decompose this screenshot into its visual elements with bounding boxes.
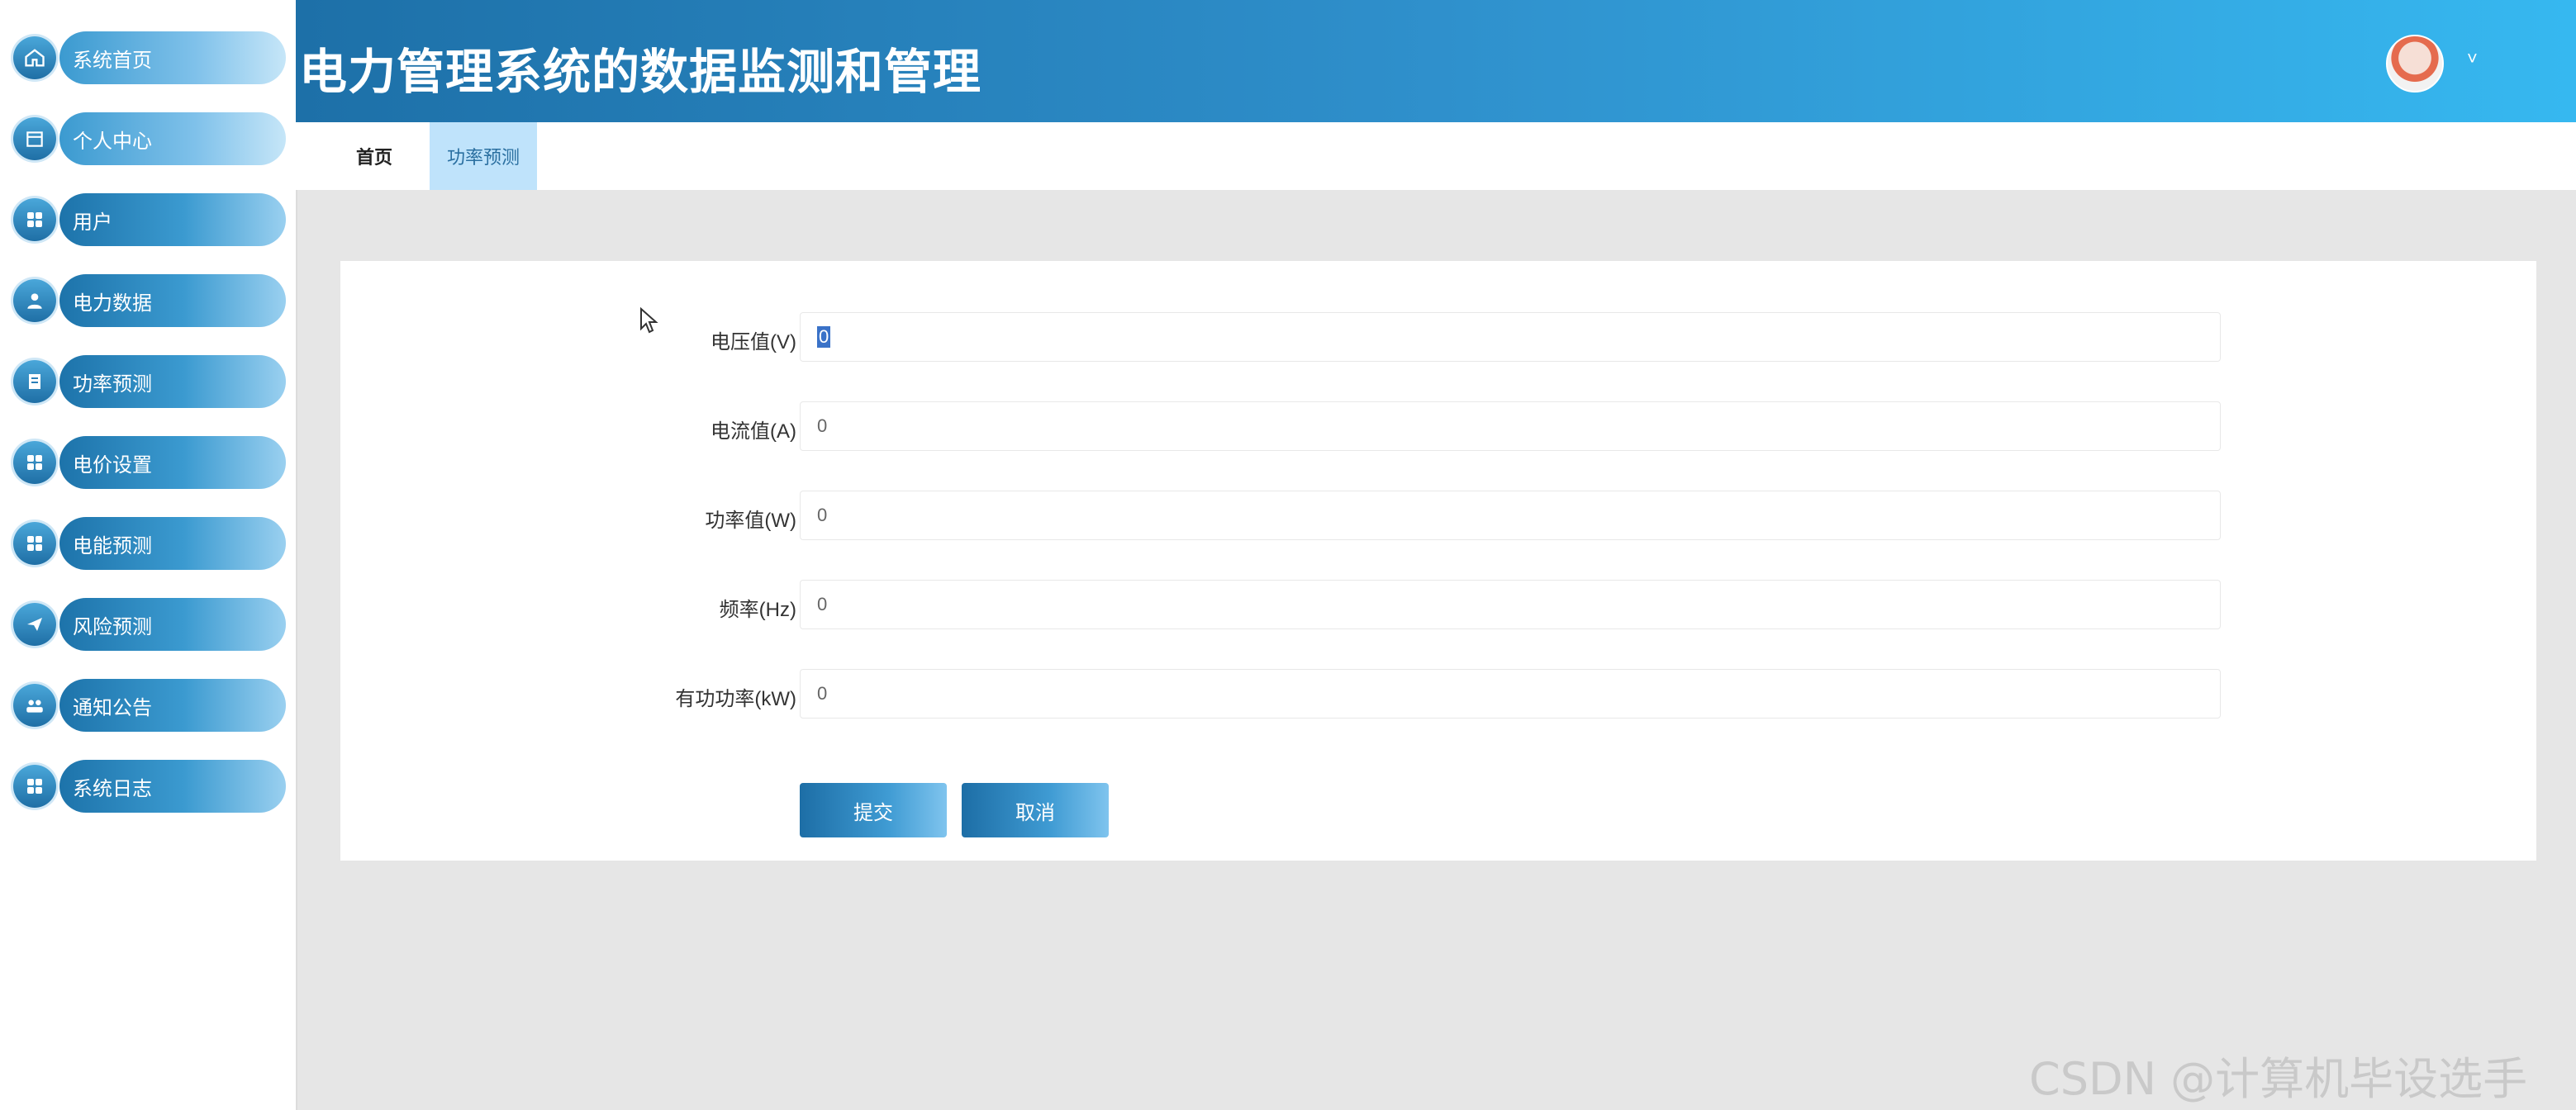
sidebar-item-label: 用户	[59, 193, 286, 246]
top-header: 电力管理系统的数据监测和管理 ˅	[296, 0, 2576, 122]
sidebar-item-home[interactable]: 系统首页	[13, 31, 286, 84]
user-icon	[13, 279, 56, 322]
current-value: 0	[817, 415, 828, 436]
grid-icon	[13, 765, 56, 808]
sidebar-item-label: 风险预测	[59, 598, 286, 651]
sidebar-item-power-data[interactable]: 电力数据	[13, 274, 286, 327]
sidebar-item-announcements[interactable]: 通知公告	[13, 679, 286, 732]
group-icon	[13, 684, 56, 727]
watermark: CSDN @计算机毕设选手	[2029, 1053, 2528, 1105]
sidebar-item-personal-center[interactable]: 个人中心	[13, 112, 286, 165]
sidebar-item-label: 系统日志	[59, 760, 286, 813]
sidebar-item-label: 系统首页	[59, 31, 286, 84]
active-power-value: 0	[817, 683, 828, 704]
send-icon	[13, 603, 56, 646]
sidebar-item-users[interactable]: 用户	[13, 193, 286, 246]
sidebar-item-price-settings[interactable]: 电价设置	[13, 436, 286, 489]
active-power-field[interactable]: 0	[800, 669, 2221, 719]
power-field[interactable]: 0	[800, 491, 2221, 540]
grid-icon	[13, 522, 56, 565]
mouse-cursor-icon	[640, 307, 658, 334]
frequency-label: 频率(Hz)	[719, 599, 796, 621]
document-icon	[13, 360, 56, 403]
sidebar: 系统首页 个人中心 用户 电力数据 功率预测 电价设置 电能预测 风险预测 通知…	[0, 0, 297, 1110]
sidebar-item-label: 功率预测	[59, 355, 286, 408]
power-label: 功率值(W)	[705, 510, 796, 532]
form-card: 电压值(V) 0 电流值(A) 0 功率值(W) 0 频率(Hz) 0 有功功率…	[340, 261, 2536, 861]
voltage-value: 0	[817, 326, 831, 348]
tab-bar: 首页 功率预测	[296, 122, 2576, 190]
tab-home[interactable]: 首页	[329, 122, 420, 190]
frequency-value: 0	[817, 594, 828, 614]
chevron-down-icon[interactable]: ˅	[2467, 48, 2478, 69]
grid-icon	[13, 198, 56, 241]
calendar-icon	[13, 117, 56, 160]
home-icon	[13, 36, 56, 79]
sidebar-item-power-forecast[interactable]: 功率预测	[13, 355, 286, 408]
sidebar-item-label: 电力数据	[59, 274, 286, 327]
sidebar-item-energy-forecast[interactable]: 电能预测	[13, 517, 286, 570]
voltage-field[interactable]: 0	[800, 312, 2221, 362]
sidebar-item-label: 电能预测	[59, 517, 286, 570]
sidebar-item-risk-forecast[interactable]: 风险预测	[13, 598, 286, 651]
sidebar-item-system-log[interactable]: 系统日志	[13, 760, 286, 813]
sidebar-item-label: 电价设置	[59, 436, 286, 489]
sidebar-item-label: 通知公告	[59, 679, 286, 732]
avatar[interactable]	[2386, 35, 2444, 92]
power-value: 0	[817, 505, 828, 525]
tab-power-forecast[interactable]: 功率预测	[430, 122, 537, 190]
current-label: 电流值(A)	[711, 420, 796, 443]
grid-icon	[13, 441, 56, 484]
sidebar-item-label: 个人中心	[59, 112, 286, 165]
cancel-button[interactable]: 取消	[962, 783, 1109, 837]
frequency-field[interactable]: 0	[800, 580, 2221, 629]
current-field[interactable]: 0	[800, 401, 2221, 451]
page-title: 电力管理系统的数据监测和管理	[299, 44, 982, 100]
active-power-label: 有功功率(kW)	[675, 688, 796, 710]
submit-button[interactable]: 提交	[800, 783, 947, 837]
